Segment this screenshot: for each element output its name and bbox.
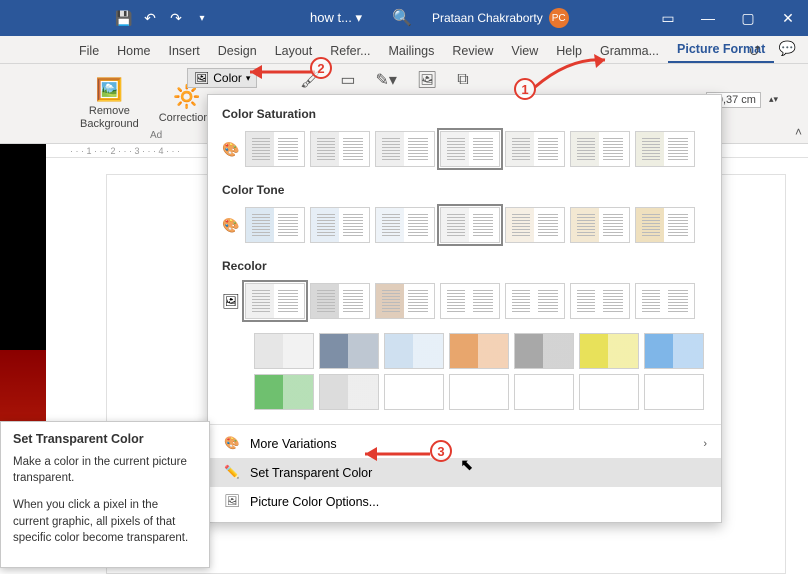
- recolor-preset[interactable]: [635, 283, 695, 319]
- recolor-preset[interactable]: [514, 374, 574, 410]
- minimize-icon[interactable]: —: [688, 0, 728, 36]
- tooltip-paragraph-2: When you click a pixel in the current gr…: [13, 497, 197, 547]
- undo-icon[interactable]: ↶: [142, 10, 158, 26]
- tab-references[interactable]: Refer...: [321, 39, 379, 63]
- tone-preset[interactable]: [505, 207, 565, 243]
- chevron-right-icon: ›: [703, 438, 707, 450]
- annotation-3: 3: [430, 440, 452, 462]
- picture-color-options-label: Picture Color Options...: [250, 495, 379, 509]
- alt-text-icon[interactable]: 🖼: [417, 70, 437, 90]
- picture-styles-icon[interactable]: ▭: [340, 70, 355, 90]
- recolor-preset[interactable]: [254, 374, 314, 410]
- saturation-preset[interactable]: [245, 131, 305, 167]
- qat-customize-icon[interactable]: ▾: [194, 10, 210, 26]
- recolor-preset[interactable]: [579, 333, 639, 369]
- recolor-preset[interactable]: [440, 283, 500, 319]
- tooltip-paragraph-1: Make a color in the current picture tran…: [13, 454, 197, 487]
- tab-insert[interactable]: Insert: [160, 39, 209, 63]
- annotation-2: 2: [310, 57, 332, 79]
- recolor-preset[interactable]: [579, 374, 639, 410]
- ribbon-tabbar: File Home Insert Design Layout Refer... …: [0, 36, 808, 64]
- set-transparent-icon: ✏️: [224, 465, 240, 480]
- saturation-preset[interactable]: [375, 131, 435, 167]
- tab-home[interactable]: Home: [108, 39, 159, 63]
- spinner-icon[interactable]: ▴▾: [769, 96, 778, 103]
- recolor-preset[interactable]: [384, 333, 444, 369]
- maximize-icon[interactable]: ▢: [728, 0, 768, 36]
- tone-preset[interactable]: [570, 207, 630, 243]
- user-name: Prataan Chakraborty: [432, 11, 543, 25]
- picture-border-icon[interactable]: ✎▾: [375, 70, 396, 90]
- recolor-palette-icon: 🖼: [222, 292, 240, 310]
- search-icon[interactable]: 🔍: [392, 8, 412, 28]
- saturation-preset[interactable]: [310, 131, 370, 167]
- tone-preset[interactable]: [635, 207, 695, 243]
- saturation-palette-icon: 🎨: [222, 140, 240, 158]
- recolor-preset[interactable]: [319, 333, 379, 369]
- tab-mailings[interactable]: Mailings: [380, 39, 444, 63]
- tone-preset[interactable]: [245, 207, 305, 243]
- remove-bg-icon: 🖼️: [96, 77, 123, 103]
- more-variations-item[interactable]: 🎨 More Variations ›: [208, 429, 721, 458]
- more-variations-label: More Variations: [250, 437, 337, 451]
- recolor-preset[interactable]: [310, 283, 370, 319]
- avatar: PC: [549, 8, 569, 28]
- recolor-preset[interactable]: [245, 283, 305, 319]
- recolor-preset[interactable]: [449, 333, 509, 369]
- ribbon-display-options-icon[interactable]: ▭: [648, 0, 688, 36]
- share-icon[interactable]: ⮍: [749, 40, 760, 64]
- set-transparent-label: Set Transparent Color: [250, 466, 372, 480]
- section-recolor: Recolor: [208, 253, 721, 279]
- recolor-preset[interactable]: [570, 283, 630, 319]
- document-title[interactable]: how t... ▾: [310, 10, 362, 26]
- collapse-ribbon-icon[interactable]: ˄: [795, 125, 802, 139]
- recolor-preset[interactable]: [254, 333, 314, 369]
- recolor-preset[interactable]: [449, 374, 509, 410]
- tone-preset[interactable]: [375, 207, 435, 243]
- saturation-preset[interactable]: [570, 131, 630, 167]
- tooltip-set-transparent-color: Set Transparent Color Make a color in th…: [0, 421, 210, 568]
- recolor-preset[interactable]: [644, 333, 704, 369]
- save-icon[interactable]: 💾: [116, 10, 132, 26]
- tone-preset[interactable]: [310, 207, 370, 243]
- remove-bg-label: Remove Background: [80, 105, 139, 130]
- user-account[interactable]: Prataan Chakraborty PC: [432, 8, 569, 28]
- comments-icon[interactable]: 💬: [779, 40, 796, 64]
- section-color-saturation: Color Saturation: [208, 101, 721, 127]
- section-color-tone: Color Tone: [208, 177, 721, 203]
- remove-background-button[interactable]: 🖼️ Remove Background: [70, 73, 149, 134]
- tab-file[interactable]: File: [70, 39, 108, 63]
- mouse-cursor: ⬉: [460, 455, 473, 475]
- color-label: Color: [213, 71, 242, 85]
- saturation-preset[interactable]: [635, 131, 695, 167]
- recolor-preset[interactable]: [644, 374, 704, 410]
- saturation-preset[interactable]: [440, 131, 500, 167]
- recolor-preset[interactable]: [384, 374, 444, 410]
- saturation-preset[interactable]: [505, 131, 565, 167]
- picture-color-options-item[interactable]: 🖼 Picture Color Options...: [208, 487, 721, 516]
- tone-palette-icon: 🎨: [222, 216, 240, 234]
- tooltip-title: Set Transparent Color: [13, 432, 197, 446]
- picture-color-options-icon: 🖼: [224, 494, 240, 509]
- tab-review[interactable]: Review: [443, 39, 502, 63]
- adjust-group-label: Ad: [150, 130, 162, 141]
- recolor-preset[interactable]: [514, 333, 574, 369]
- recolor-preset[interactable]: [375, 283, 435, 319]
- titlebar: 💾 ↶ ↷ ▾ how t... ▾ 🔍 Prataan Chakraborty…: [0, 0, 808, 36]
- arrange-icon[interactable]: ⧉: [457, 71, 468, 89]
- close-icon[interactable]: ✕: [768, 0, 808, 36]
- redo-icon[interactable]: ↷: [168, 10, 184, 26]
- tone-preset[interactable]: [440, 207, 500, 243]
- recolor-preset[interactable]: [505, 283, 565, 319]
- recolor-preset[interactable]: [319, 374, 379, 410]
- more-variations-icon: 🎨: [224, 436, 240, 451]
- color-icon: 🖼: [194, 71, 209, 85]
- annotation-1: 1: [514, 78, 536, 100]
